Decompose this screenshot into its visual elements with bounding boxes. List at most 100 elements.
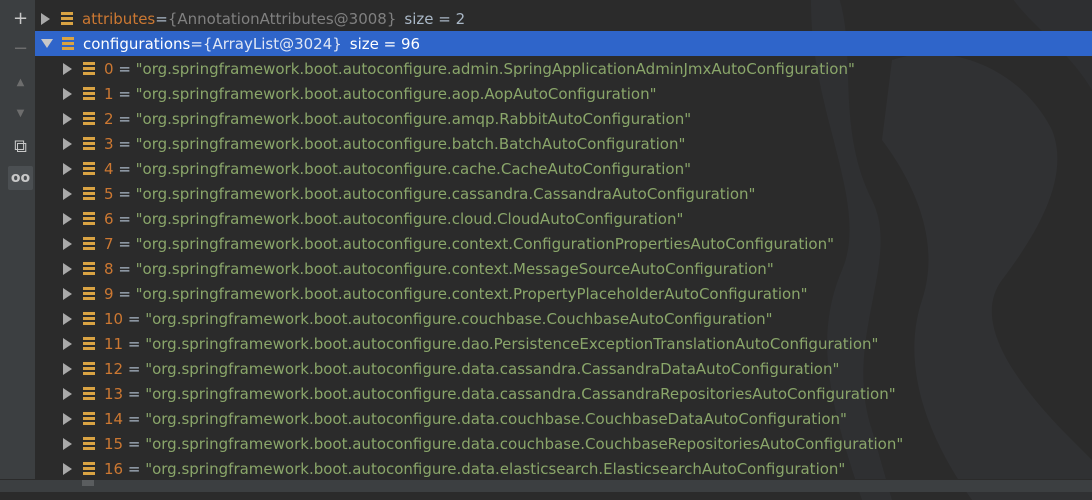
- item-index: 3: [104, 134, 114, 153]
- item-index: 6: [104, 209, 114, 228]
- list-item[interactable]: 9 = "org.springframework.boot.autoconfig…: [35, 281, 1092, 306]
- expand-arrow-icon[interactable]: [63, 237, 72, 250]
- item-index: 1: [104, 84, 114, 103]
- equals-sign: =: [123, 334, 146, 353]
- item-value: "org.springframework.boot.autoconfigure.…: [135, 184, 756, 203]
- list-item[interactable]: 1 = "org.springframework.boot.autoconfig…: [35, 81, 1092, 106]
- list-item[interactable]: 0 = "org.springframework.boot.autoconfig…: [35, 56, 1092, 81]
- list-item[interactable]: 12 = "org.springframework.boot.autoconfi…: [35, 356, 1092, 381]
- expand-arrow-icon[interactable]: [63, 262, 72, 275]
- list-item[interactable]: 15 = "org.springframework.boot.autoconfi…: [35, 431, 1092, 456]
- expand-arrow-icon[interactable]: [63, 412, 72, 425]
- expand-arrow-icon[interactable]: [63, 87, 72, 100]
- field-icon: [83, 87, 95, 100]
- item-index: 14: [104, 409, 124, 428]
- equals-sign: =: [113, 134, 136, 153]
- list-item[interactable]: 10 = "org.springframework.boot.autoconfi…: [35, 306, 1092, 331]
- equals-sign: =: [123, 359, 146, 378]
- item-index: 0: [104, 59, 114, 78]
- down-arrow-icon[interactable]: ▼: [8, 101, 33, 125]
- equals-sign: =: [113, 159, 136, 178]
- expand-arrow-icon[interactable]: [63, 437, 72, 450]
- list-item[interactable]: 16 = "org.springframework.boot.autoconfi…: [35, 456, 1092, 481]
- variable-size: size = 96: [349, 34, 421, 53]
- glasses-icon[interactable]: oo: [8, 166, 33, 190]
- minus-icon[interactable]: −: [8, 36, 33, 60]
- variable-row-configurations[interactable]: configurations = {ArrayList@3024} size =…: [35, 31, 1092, 56]
- equals-sign: =: [113, 184, 136, 203]
- field-icon: [83, 137, 95, 150]
- field-icon: [61, 12, 73, 25]
- expand-arrow-icon[interactable]: [63, 162, 72, 175]
- item-value: "org.springframework.boot.autoconfigure.…: [145, 309, 773, 328]
- item-value: "org.springframework.boot.autoconfigure.…: [135, 234, 834, 253]
- item-index: 12: [104, 359, 124, 378]
- expand-arrow-icon[interactable]: [63, 462, 72, 475]
- equals-sign: =: [123, 384, 146, 403]
- field-icon: [83, 62, 95, 75]
- expand-arrow-icon[interactable]: [63, 362, 72, 375]
- item-value: "org.springframework.boot.autoconfigure.…: [135, 84, 657, 103]
- item-value: "org.springframework.boot.autoconfigure.…: [135, 284, 808, 303]
- field-icon: [83, 112, 95, 125]
- item-index: 15: [104, 434, 124, 453]
- list-item[interactable]: 14 = "org.springframework.boot.autoconfi…: [35, 406, 1092, 431]
- variable-value: {ArrayList@3024}: [202, 34, 342, 53]
- variable-row-attributes[interactable]: attributes = {AnnotationAttributes@3008}…: [35, 6, 1092, 31]
- list-item[interactable]: 11 = "org.springframework.boot.autoconfi…: [35, 331, 1092, 356]
- expand-arrow-icon[interactable]: [63, 312, 72, 325]
- copy-icon[interactable]: ⧉: [8, 134, 33, 158]
- list-item[interactable]: 6 = "org.springframework.boot.autoconfig…: [35, 206, 1092, 231]
- item-value: "org.springframework.boot.autoconfigure.…: [145, 434, 904, 453]
- item-value: "org.springframework.boot.autoconfigure.…: [145, 384, 896, 403]
- field-icon: [83, 262, 95, 275]
- field-icon: [83, 287, 95, 300]
- list-item[interactable]: 3 = "org.springframework.boot.autoconfig…: [35, 131, 1092, 156]
- expand-arrow-icon[interactable]: [63, 212, 72, 225]
- list-item[interactable]: 5 = "org.springframework.boot.autoconfig…: [35, 181, 1092, 206]
- expand-arrow-icon[interactable]: [63, 137, 72, 150]
- item-value: "org.springframework.boot.autoconfigure.…: [145, 334, 879, 353]
- scrollbar-thumb[interactable]: [82, 480, 94, 486]
- equals-sign: =: [123, 409, 146, 428]
- variable-name: attributes: [82, 9, 156, 28]
- expand-arrow-icon[interactable]: [63, 287, 72, 300]
- up-arrow-icon[interactable]: ▲: [8, 70, 33, 94]
- item-index: 9: [104, 284, 114, 303]
- item-value: "org.springframework.boot.autoconfigure.…: [135, 109, 692, 128]
- equals-sign: =: [155, 9, 168, 28]
- list-item[interactable]: 4 = "org.springframework.boot.autoconfig…: [35, 156, 1092, 181]
- field-icon: [83, 212, 95, 225]
- item-index: 5: [104, 184, 114, 203]
- expand-arrow-icon[interactable]: [63, 112, 72, 125]
- field-icon: [83, 362, 95, 375]
- item-index: 7: [104, 234, 114, 253]
- list-item[interactable]: 8 = "org.springframework.boot.autoconfig…: [35, 256, 1092, 281]
- item-index: 2: [104, 109, 114, 128]
- expand-arrow-icon[interactable]: [63, 187, 72, 200]
- list-item[interactable]: 13 = "org.springframework.boot.autoconfi…: [35, 381, 1092, 406]
- item-index: 11: [104, 334, 124, 353]
- variable-size: size = 2: [404, 9, 466, 28]
- collapse-arrow-icon[interactable]: [41, 39, 53, 48]
- expand-arrow-icon[interactable]: [63, 337, 72, 350]
- equals-sign: =: [113, 234, 136, 253]
- plus-icon[interactable]: +: [8, 6, 33, 30]
- expand-arrow-icon[interactable]: [63, 62, 72, 75]
- list-item[interactable]: 2 = "org.springframework.boot.autoconfig…: [35, 106, 1092, 131]
- field-icon: [83, 187, 95, 200]
- item-index: 4: [104, 159, 114, 178]
- horizontal-scrollbar[interactable]: [0, 479, 1092, 492]
- item-value: "org.springframework.boot.autoconfigure.…: [145, 409, 847, 428]
- item-index: 16: [104, 459, 124, 478]
- equals-sign: =: [113, 259, 136, 278]
- field-icon: [83, 237, 95, 250]
- item-value: "org.springframework.boot.autoconfigure.…: [135, 134, 686, 153]
- field-icon: [83, 437, 95, 450]
- expand-arrow-icon[interactable]: [41, 12, 50, 25]
- expand-arrow-icon[interactable]: [63, 387, 72, 400]
- equals-sign: =: [113, 209, 136, 228]
- list-item[interactable]: 7 = "org.springframework.boot.autoconfig…: [35, 231, 1092, 256]
- equals-sign: =: [113, 59, 136, 78]
- field-icon: [62, 37, 74, 50]
